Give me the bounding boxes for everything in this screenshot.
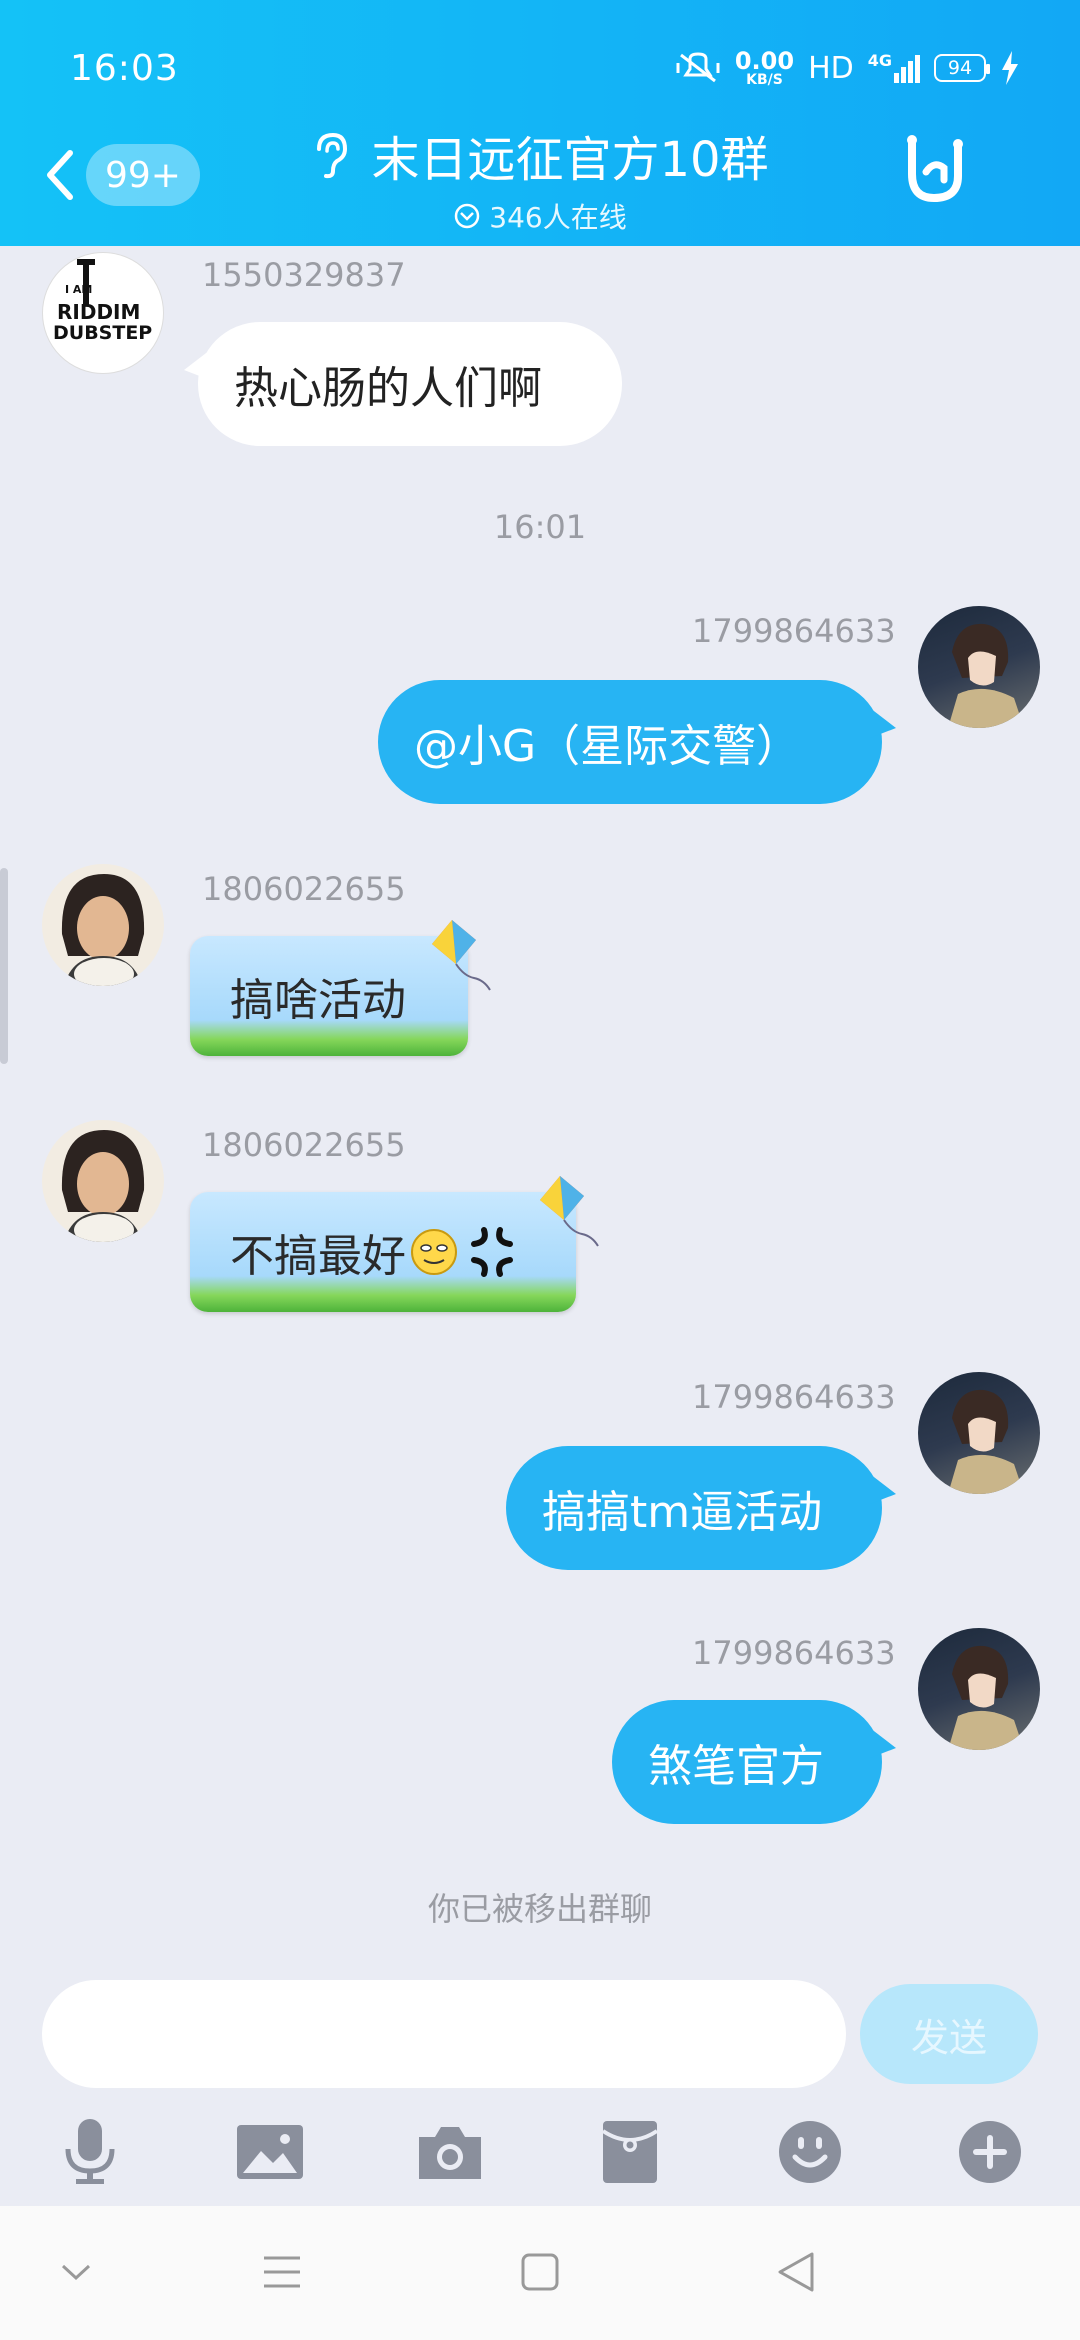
nav-row: 末日远征官方10群 346人在线 99+ bbox=[0, 128, 1080, 238]
camera-button[interactable] bbox=[410, 2112, 490, 2192]
home-square-icon bbox=[521, 2253, 559, 2291]
bubble-tail bbox=[184, 350, 210, 380]
system-notice: 你已被移出群聊 bbox=[427, 1890, 652, 1928]
anime-boy-avatar bbox=[948, 1389, 1024, 1494]
status-icons: 0.00 KB/S HD 4G 94 bbox=[675, 49, 1020, 87]
group-title[interactable]: 末日远征官方10群 bbox=[311, 120, 769, 190]
status-bar: 16:03 0.00 KB/S HD 4G 94 bbox=[70, 40, 1020, 96]
back-triangle-icon bbox=[778, 2252, 814, 2292]
bubble-tail bbox=[870, 708, 896, 738]
person-avatar bbox=[61, 874, 145, 986]
plus-icon bbox=[959, 2121, 1021, 2183]
message-bubble[interactable]: 搞啥活动 bbox=[190, 936, 468, 1056]
microphone-icon bbox=[65, 2119, 115, 2184]
red-packet-icon bbox=[601, 2121, 659, 2183]
svg-text:DUBSTEP: DUBSTEP bbox=[53, 322, 152, 344]
person-avatar bbox=[61, 1130, 145, 1242]
message-bubble[interactable]: @小G（星际交警） bbox=[378, 680, 896, 804]
chevron-left-icon bbox=[47, 150, 73, 200]
anime-boy-avatar bbox=[948, 623, 1024, 728]
chevron-circle-icon bbox=[455, 203, 480, 229]
bubble-tail bbox=[870, 1728, 896, 1758]
anger-emoji-icon bbox=[471, 1227, 513, 1277]
more-button[interactable] bbox=[950, 2112, 1030, 2192]
chevron-down-icon bbox=[61, 2264, 91, 2281]
sender-id: 1799864633 bbox=[692, 1634, 896, 1672]
message-text: 热心肠的人们啊 bbox=[234, 363, 542, 414]
charging-icon bbox=[1002, 51, 1018, 85]
image-button[interactable] bbox=[230, 2112, 310, 2192]
send-button[interactable]: 发送 bbox=[860, 1984, 1038, 2084]
message-text: 搞搞tm逼活动 bbox=[542, 1487, 823, 1538]
svg-text:RIDDIM: RIDDIM bbox=[57, 300, 140, 324]
voice-button[interactable] bbox=[50, 2112, 130, 2192]
red-packet-button[interactable] bbox=[590, 2112, 670, 2192]
camera-icon bbox=[419, 2127, 481, 2179]
avatar[interactable] bbox=[42, 864, 164, 986]
sender-id: 1806022655 bbox=[202, 1126, 406, 1164]
menu-icon bbox=[264, 2256, 300, 2288]
message-text: 煞笔官方 bbox=[648, 1741, 824, 1792]
emoji-icon bbox=[779, 2121, 841, 2183]
unread-badge: 99+ bbox=[86, 144, 200, 206]
ear-icon bbox=[317, 132, 348, 179]
sender-id: 1799864633 bbox=[692, 1378, 896, 1416]
header: 16:03 0.00 KB/S HD 4G 94 末日远征官方10群 346人在… bbox=[0, 0, 1080, 246]
status-time: 16:03 bbox=[70, 47, 179, 89]
message-bubble[interactable]: 不搞最好 bbox=[190, 1192, 576, 1312]
battery-icon: 94 bbox=[934, 54, 990, 82]
message-text: 不搞最好 bbox=[230, 1231, 406, 1282]
sender-id: 1799864633 bbox=[692, 612, 896, 650]
message-input[interactable] bbox=[42, 1980, 846, 2088]
sender-id: 1550329837 bbox=[202, 256, 406, 294]
message-bubble[interactable]: 热心肠的人们啊 bbox=[184, 322, 622, 446]
message-bubble[interactable]: 搞搞tm逼活动 bbox=[506, 1446, 896, 1570]
scrollbar[interactable] bbox=[0, 868, 8, 1064]
sender-id: 1806022655 bbox=[202, 870, 406, 908]
bubble-tail bbox=[870, 1474, 896, 1504]
signal-icon: 4G bbox=[868, 53, 920, 83]
avatar[interactable]: I AM RIDDIM DUBSTEP bbox=[42, 252, 164, 374]
message-text: 搞啥活动 bbox=[230, 975, 406, 1026]
nav-home-button[interactable] bbox=[510, 2242, 570, 2302]
composer: 发送 bbox=[0, 1966, 1080, 2206]
avatar[interactable] bbox=[918, 606, 1040, 728]
kite-icon bbox=[540, 1176, 599, 1247]
hd-indicator: HD bbox=[808, 50, 854, 86]
avatar[interactable] bbox=[918, 1372, 1040, 1494]
chat-area[interactable]: I AM RIDDIM DUBSTEP 1550329837 热心肠的人们啊 1… bbox=[0, 246, 1080, 1966]
dubstep-logo: I AM RIDDIM DUBSTEP bbox=[53, 259, 152, 344]
smiley-emoji-icon bbox=[411, 1229, 457, 1275]
rock-hand-icon bbox=[907, 135, 963, 203]
net-speed: 0.00 KB/S bbox=[734, 47, 795, 88]
avatar[interactable] bbox=[918, 1628, 1040, 1750]
kite-icon bbox=[432, 920, 491, 991]
nav-menu-button[interactable] bbox=[252, 2242, 312, 2302]
system-nav-bar bbox=[0, 2206, 1080, 2340]
mute-icon bbox=[676, 52, 720, 83]
online-count: 346人在线 bbox=[453, 196, 627, 236]
back-button[interactable]: 99+ bbox=[44, 140, 214, 210]
emoji-button[interactable] bbox=[770, 2112, 850, 2192]
nav-back-button[interactable] bbox=[766, 2242, 826, 2302]
group-menu-button[interactable] bbox=[900, 132, 970, 212]
nav-hide-button[interactable] bbox=[46, 2242, 106, 2302]
anime-boy-avatar bbox=[948, 1645, 1024, 1750]
message-text: @小G（星际交警） bbox=[414, 721, 801, 772]
message-bubble[interactable]: 煞笔官方 bbox=[612, 1700, 896, 1824]
avatar[interactable] bbox=[42, 1120, 164, 1242]
svg-text:I AM: I AM bbox=[65, 283, 92, 296]
image-icon bbox=[237, 2125, 303, 2179]
timestamp: 16:01 bbox=[493, 508, 587, 546]
